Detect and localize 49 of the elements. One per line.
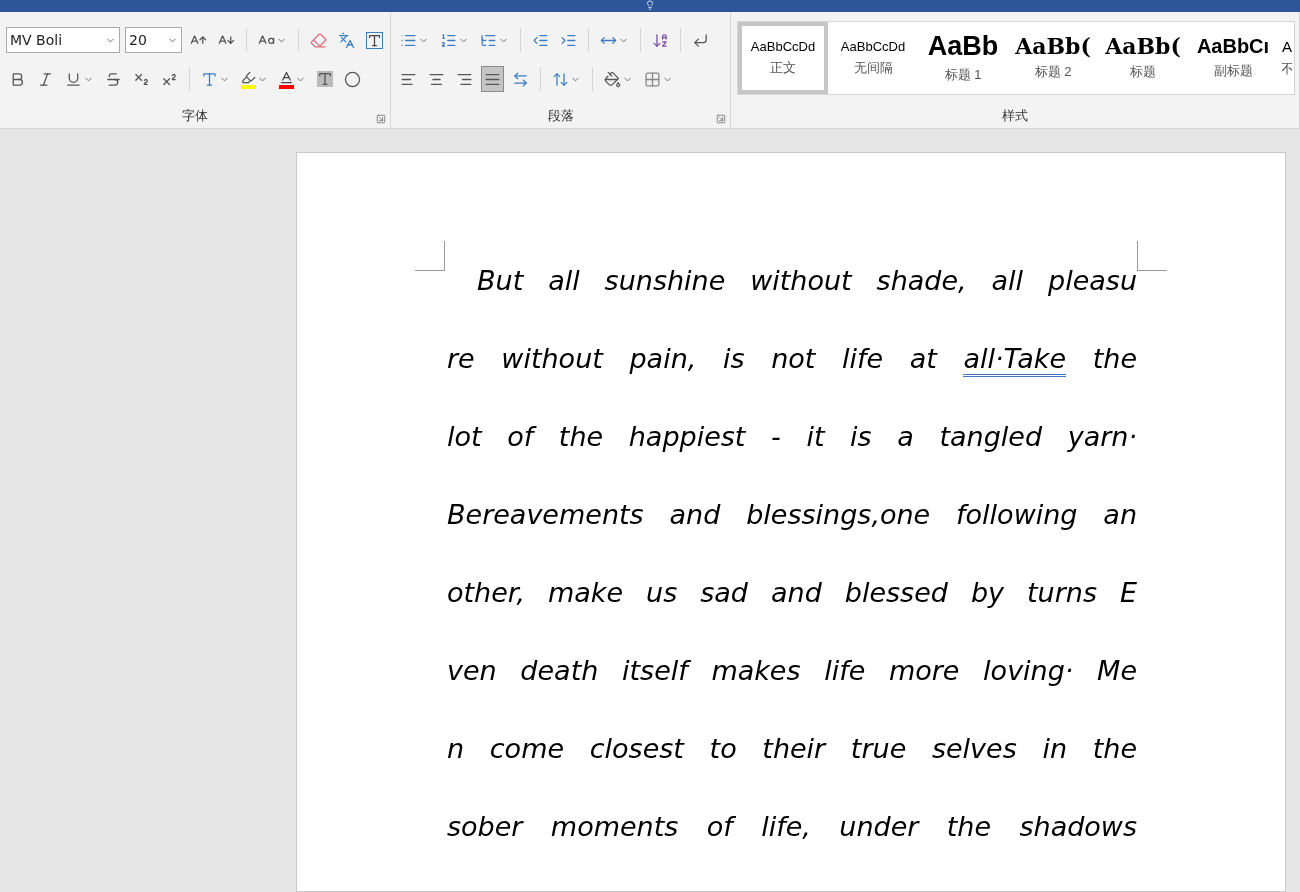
italic-icon [37,70,54,88]
style-name: 标题 [1130,63,1156,81]
strikethrough-icon [105,70,122,88]
group-label: 字体 [181,107,209,125]
underline-icon [65,70,82,88]
style-item[interactable]: AaBbCcDd 正文 [738,22,828,94]
return-arrow-icon [692,31,709,49]
style-preview: AaBb( [1105,35,1181,57]
style-name: 标题 2 [1034,63,1072,81]
text-line: n come closest to their true selves in the [447,732,1137,766]
style-name: 副标题 [1213,62,1253,80]
sort-icon [652,31,669,49]
style-preview: AaBb [927,32,999,60]
highlighter-icon [241,69,256,89]
text-line: Bereavements and blessings,one following an [447,498,1137,532]
text-line: lot of the happiest - it is a tangled yarn· [447,420,1137,454]
style-preview: AaBbCcDd [750,39,816,53]
margin-mark [415,241,445,271]
style-name: 标题 1 [944,65,982,84]
text-line: sober moments of life, under the shadows [447,810,1137,844]
text-line: But all sunshine without shade, all pleasu [476,264,1137,298]
borders-icon [644,70,661,88]
text-line: other, make us sad and blessed by turns E [447,576,1137,610]
dialog-launcher-icon [716,114,726,124]
numbering-icon [440,31,457,49]
group-label: 样式 [1001,107,1029,125]
text-line: ven death itself makes life more loving· Me [447,654,1137,688]
style-preview: AaBbCı [1196,36,1270,56]
bordered-letter-icon [366,31,383,49]
eraser-icon [310,31,327,49]
font-color-icon [279,69,294,89]
phonetic-guide-icon [338,31,355,49]
group-label: 段落 [546,107,575,125]
shading-letter-icon [317,71,333,87]
style-preview: A [1282,38,1292,54]
font-size-field[interactable]: 20 [124,27,183,53]
text-effects-icon [201,70,218,88]
font-name-field[interactable]: MV Boli [6,27,120,53]
paint-bucket-icon [604,70,621,88]
margin-mark [1137,241,1167,271]
circle-icon [344,70,361,88]
style-preview: AaBb( [1015,35,1091,57]
text-line: re without pain, is not life at all·Take the [447,339,1137,417]
style-name: 无间隔 [853,58,893,77]
style-preview: AaBbCcDd [840,39,906,53]
dialog-launcher-icon [376,114,386,124]
style-name: 正文 [770,58,796,77]
lightbulb-icon [645,0,655,10]
alignment-button[interactable] [481,66,504,92]
